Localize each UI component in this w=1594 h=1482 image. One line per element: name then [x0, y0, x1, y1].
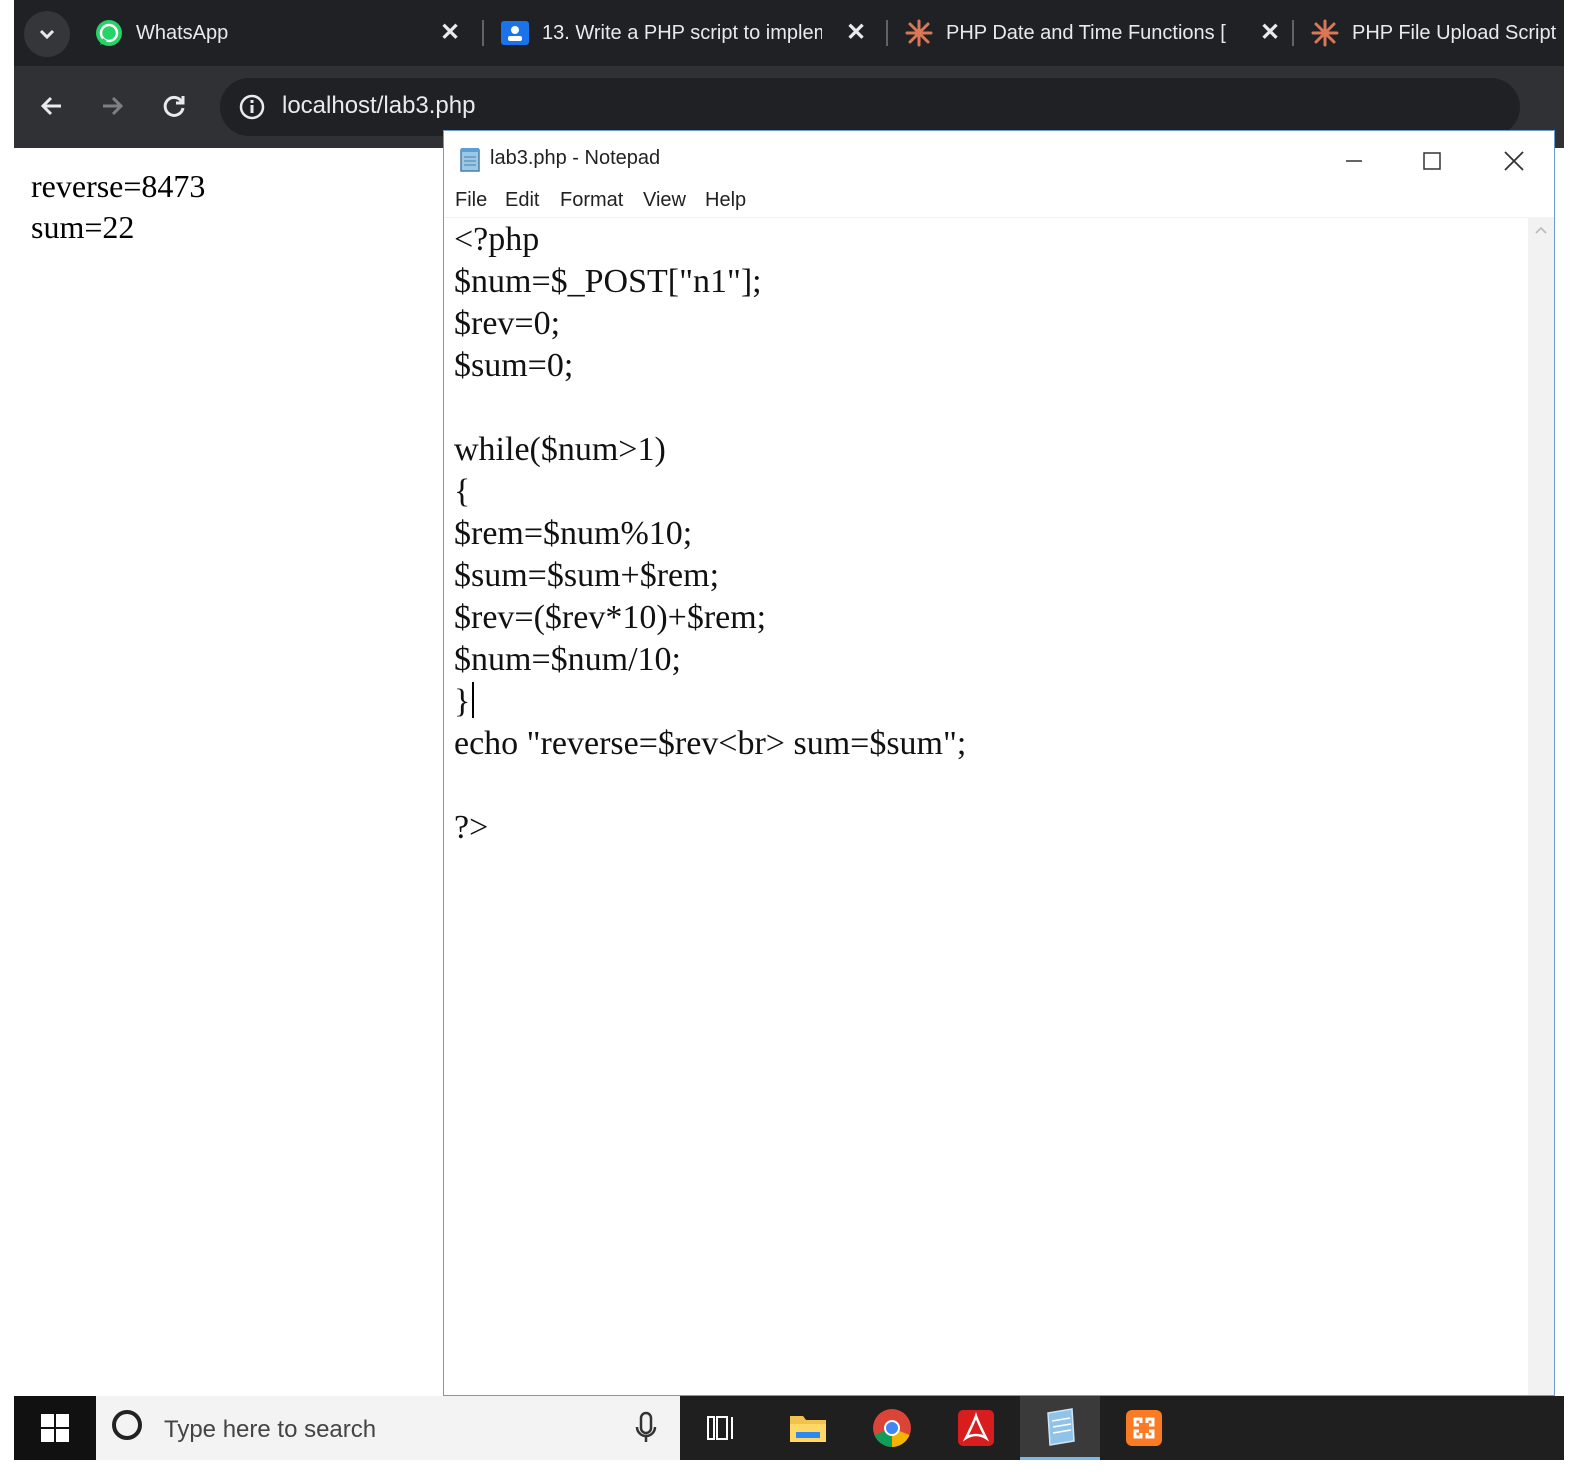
- xampp-icon[interactable]: [1104, 1396, 1184, 1460]
- menu-format[interactable]: Format: [560, 189, 623, 212]
- code-line: while($num>1): [454, 431, 666, 468]
- page-output: reverse=8473 sum=22: [31, 166, 205, 248]
- tab-divider: [1292, 20, 1294, 46]
- code-line: {: [454, 473, 471, 510]
- arrow-left-icon: [40, 96, 61, 116]
- code-line: <?php: [454, 221, 540, 258]
- close-window-button[interactable]: [1484, 139, 1544, 183]
- code-line: $num=$_POST["n1"];: [454, 263, 762, 300]
- chevron-up-icon: [1535, 226, 1547, 234]
- code-text: }: [454, 683, 471, 720]
- code-line: $rev=0;: [454, 305, 561, 342]
- search-placeholder: Type here to search: [164, 1416, 377, 1443]
- chrome-icon[interactable]: [852, 1396, 932, 1460]
- browser-tab-strip: WhatsApp ✕ 13. Write a PHP script to imp…: [14, 0, 1564, 66]
- file-explorer-icon[interactable]: [768, 1396, 848, 1460]
- whatsapp-icon: [94, 18, 124, 48]
- notepad-menubar: File Edit Format View Help: [444, 185, 1554, 218]
- code-line: ?>: [454, 809, 489, 846]
- tab-search-button[interactable]: [24, 11, 70, 57]
- close-icon: [1504, 151, 1524, 171]
- arrow-right-icon: [103, 96, 124, 116]
- classroom-icon: [500, 18, 530, 48]
- notepad-icon: [460, 148, 480, 172]
- tab-php-date-time[interactable]: PHP Date and Time Functions [ ✕: [904, 8, 1284, 58]
- chevron-down-icon: [39, 29, 55, 40]
- window-title: lab3.php - Notepad: [490, 147, 661, 169]
- code-line: $sum=0;: [454, 347, 574, 384]
- close-tab-icon[interactable]: ✕: [1260, 18, 1280, 47]
- vertical-scrollbar[interactable]: [1528, 217, 1554, 1395]
- tab-whatsapp[interactable]: WhatsApp ✕: [94, 8, 474, 58]
- cortana-icon: [112, 1410, 142, 1440]
- menu-view[interactable]: View: [643, 189, 686, 212]
- tab-title: WhatsApp: [136, 21, 229, 44]
- task-view-icon[interactable]: [682, 1396, 762, 1460]
- site-info-icon[interactable]: [238, 93, 266, 121]
- output-line-reverse: reverse=8473: [31, 168, 206, 204]
- tab-title: 13. Write a PHP script to implem: [542, 21, 822, 44]
- url-text[interactable]: localhost/lab3.php: [282, 92, 475, 120]
- microphone-icon[interactable]: [634, 1410, 658, 1446]
- start-button[interactable]: [14, 1396, 96, 1460]
- code-line: $rev=($rev*10)+$rem;: [454, 599, 767, 636]
- forward-button[interactable]: [92, 86, 132, 126]
- claude-icon: [904, 18, 934, 48]
- code-line: echo "reverse=$rev<br> sum=$sum";: [454, 725, 967, 762]
- back-button[interactable]: [32, 86, 72, 126]
- maximize-button[interactable]: [1402, 139, 1462, 183]
- tab-divider: [482, 20, 484, 46]
- tab-classroom[interactable]: 13. Write a PHP script to implem ✕: [500, 8, 880, 58]
- taskbar: Type here to search: [14, 1396, 1564, 1460]
- tab-divider: [886, 20, 888, 46]
- tab-title: PHP Date and Time Functions [: [946, 21, 1226, 44]
- menu-edit[interactable]: Edit: [505, 189, 539, 212]
- reload-button[interactable]: [154, 86, 194, 126]
- code-line-with-caret: }: [454, 681, 1524, 723]
- notepad-taskbar-icon[interactable]: [1020, 1396, 1100, 1460]
- notepad-window: lab3.php - Notepad File Edit Format View…: [443, 130, 1555, 1396]
- code-line: $sum=$sum+$rem;: [454, 557, 720, 594]
- close-tab-icon[interactable]: ✕: [846, 18, 866, 47]
- output-line-sum: sum=22: [31, 209, 135, 245]
- maximize-icon: [1423, 152, 1441, 170]
- windows-logo-icon: [41, 1414, 69, 1442]
- code-editor[interactable]: <?php $num=$_POST["n1"]; $rev=0; $sum=0;…: [454, 219, 1524, 1389]
- taskbar-search-box[interactable]: Type here to search: [96, 1396, 680, 1460]
- menu-file[interactable]: File: [455, 189, 487, 212]
- minimize-button[interactable]: [1324, 139, 1384, 183]
- text-caret: [472, 682, 475, 718]
- reload-icon: [163, 95, 185, 117]
- claude-icon: [1310, 18, 1340, 48]
- notepad-titlebar[interactable]: lab3.php - Notepad: [444, 131, 1554, 185]
- minimize-icon: [1346, 160, 1362, 162]
- tab-title: PHP File Upload Script -: [1352, 21, 1562, 44]
- code-line: $rem=$num%10;: [454, 515, 693, 552]
- address-bar[interactable]: localhost/lab3.php: [220, 78, 1520, 136]
- acrobat-icon[interactable]: [936, 1396, 1016, 1460]
- menu-help[interactable]: Help: [705, 189, 746, 212]
- tab-php-file-upload[interactable]: PHP File Upload Script -: [1310, 8, 1564, 58]
- scroll-up-button[interactable]: [1528, 217, 1554, 243]
- close-tab-icon[interactable]: ✕: [440, 18, 460, 47]
- code-line: $num=$num/10;: [454, 641, 681, 678]
